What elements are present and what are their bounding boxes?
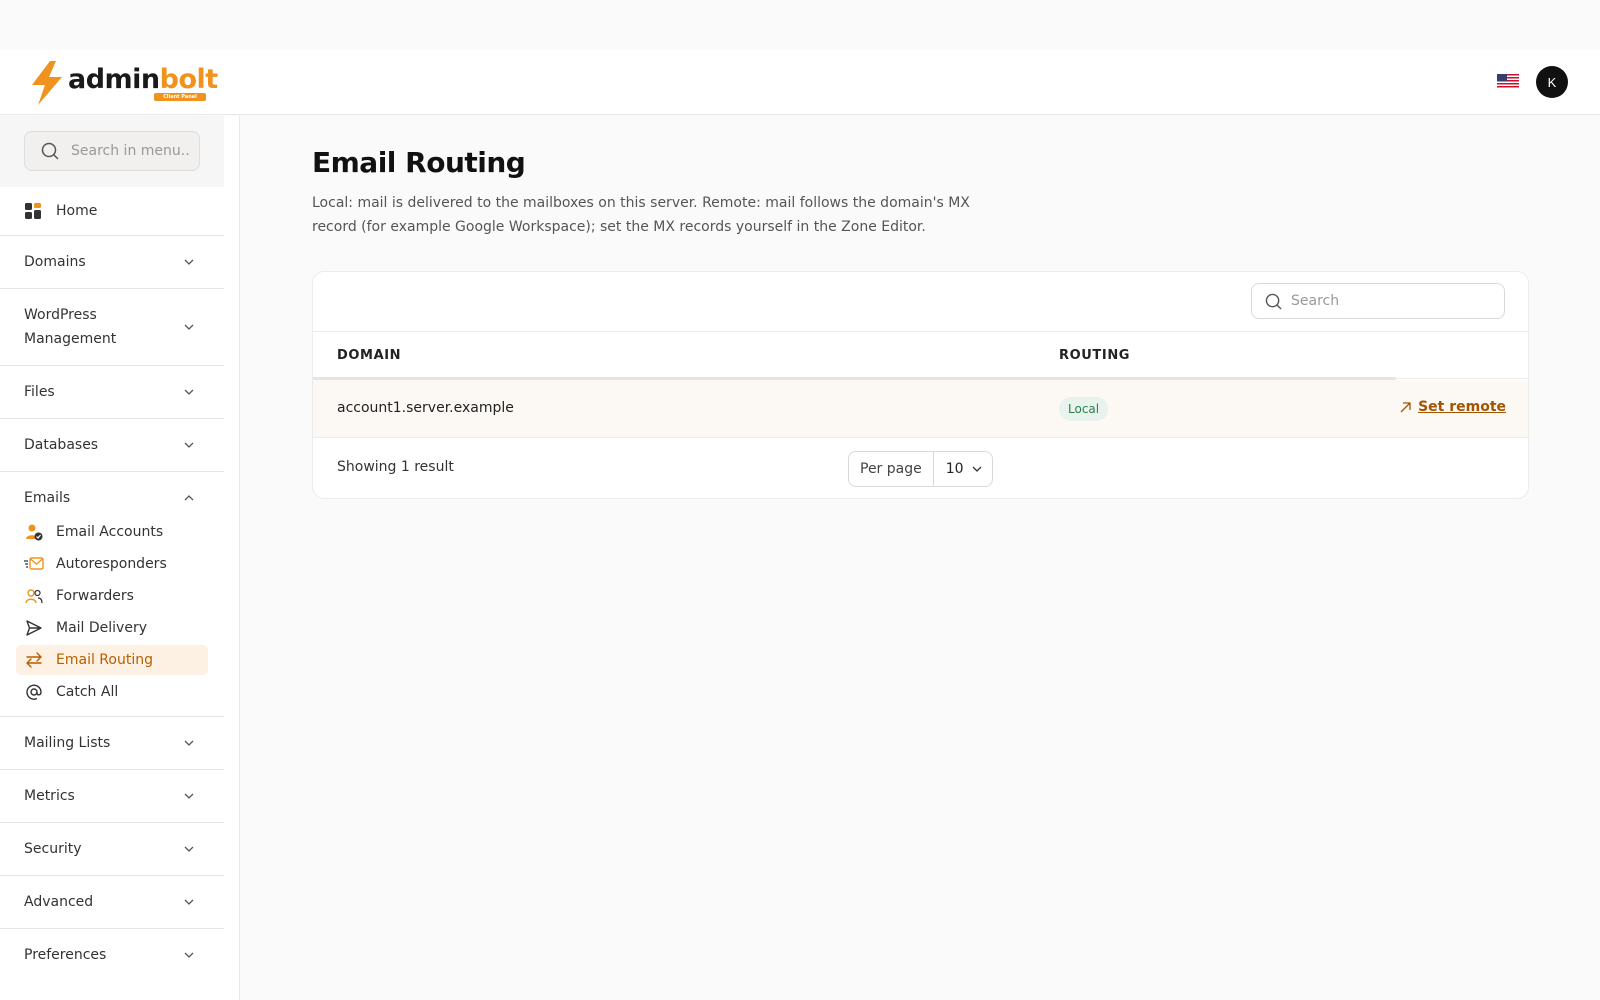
per-page-select[interactable]: Per page 10 [848,451,993,487]
top-spacer [0,0,1600,50]
per-page-value[interactable]: 10 [934,452,992,486]
sidebar-item-home[interactable]: Home [0,196,224,226]
chevron-down-icon [184,952,194,958]
table-header: DOMAIN ROUTING [313,331,1528,380]
logo-text: adminbolt [68,63,218,95]
sidebar-search-input[interactable] [71,143,191,159]
sidebar-group-label: Domains [24,254,86,270]
header: adminbolt Client Panel K [0,50,1600,115]
chevron-down-icon [184,846,194,852]
sidebar-group-label: Files [24,384,55,400]
sidebar-item-mail-delivery[interactable]: Mail Delivery [16,613,208,643]
sidebar-group-label: Security [24,841,82,857]
avatar[interactable]: K [1536,66,1568,98]
sidebar-item-label: Home [56,203,98,219]
table-footer: Showing 1 result Per page 10 [313,439,1528,498]
arrows-exchange-icon [26,652,42,668]
sidebar-item-label: Email Accounts [56,524,164,540]
sidebar-group-label: Emails [24,490,71,506]
chevron-down-icon [184,740,194,746]
sidebar-group-wordpress[interactable]: WordPress Management [0,289,224,364]
sidebar-group-label: Advanced [24,894,94,910]
set-remote-link[interactable]: Set remote [1399,399,1506,415]
chevron-down-icon [184,389,194,395]
routing-table-card: DOMAIN ROUTING account1.server.example L… [312,271,1529,499]
arrow-up-right-icon [1400,401,1411,412]
send-icon [26,620,42,636]
sidebar-item-label: Autoresponders [56,556,167,572]
logo[interactable]: adminbolt Client Panel [30,61,218,105]
sidebar-group-domains[interactable]: Domains [0,236,224,288]
sidebar-group-advanced[interactable]: Advanced [0,876,224,928]
fast-mail-icon [24,557,44,570]
chevron-up-icon [184,495,194,501]
sidebar-item-label: Email Routing [56,652,153,668]
bolt-icon [32,61,62,105]
sidebar-group-label: Databases [24,437,99,453]
per-page-value-text: 10 [945,461,964,477]
sidebar-group-label: Metrics [24,788,75,804]
sidebar-item-catch-all[interactable]: Catch All [16,677,208,707]
chevron-down-icon [184,793,194,799]
chevron-down-icon [184,259,194,265]
sidebar-item-label: Catch All [56,684,119,700]
sidebar: Home Domains WordPress Management Files … [0,116,240,1000]
sidebar-item-email-accounts[interactable]: Email Accounts [16,517,208,547]
domain-cell: account1.server.example [337,400,514,416]
sidebar-group-databases[interactable]: Databases [0,419,224,471]
sidebar-item-label: Mail Delivery [56,620,147,636]
sidebar-item-label: Forwarders [56,588,134,604]
search-icon [41,142,59,160]
sidebar-search-area [0,116,224,187]
page-description: Local: mail is delivered to the mailboxe… [312,195,970,235]
table-search [1251,283,1505,319]
users-icon [25,589,43,604]
dashboard-icon [25,203,41,219]
at-icon [26,684,42,700]
search-icon [1265,293,1282,310]
result-count: Showing 1 result [337,459,454,475]
chevron-down-icon [184,899,194,905]
sidebar-group-metrics[interactable]: Metrics [0,770,224,822]
column-header-routing[interactable]: ROUTING [1059,348,1130,363]
column-header-domain[interactable]: DOMAIN [337,348,401,363]
sidebar-group-label: WordPress Management [24,306,117,347]
chevron-down-icon [972,466,982,472]
sidebar-group-files[interactable]: Files [0,366,224,418]
per-page-label: Per page [849,452,934,486]
sidebar-item-email-routing[interactable]: Email Routing [16,645,208,675]
page-title: Email Routing [312,146,526,179]
table-search-input[interactable] [1291,293,1491,309]
sidebar-group-label: Preferences [24,947,107,963]
us-flag-icon[interactable] [1497,74,1519,89]
sidebar-group-mailing-lists[interactable]: Mailing Lists [0,717,224,769]
table-row: account1.server.example Local Set remote [313,380,1528,438]
set-remote-label: Set remote [1418,399,1506,415]
user-check-icon [26,524,43,541]
status-badge: Local [1059,397,1109,421]
logo-badge: Client Panel [154,93,206,101]
sidebar-group-preferences[interactable]: Preferences [0,929,224,981]
chevron-down-icon [184,442,194,448]
sidebar-item-forwarders[interactable]: Forwarders [16,581,208,611]
sidebar-group-security[interactable]: Security [0,823,224,875]
chevron-down-icon [184,324,194,330]
sidebar-search [24,131,200,171]
sidebar-item-autoresponders[interactable]: Autoresponders [16,549,208,579]
sidebar-group-label: Mailing Lists [24,735,111,751]
